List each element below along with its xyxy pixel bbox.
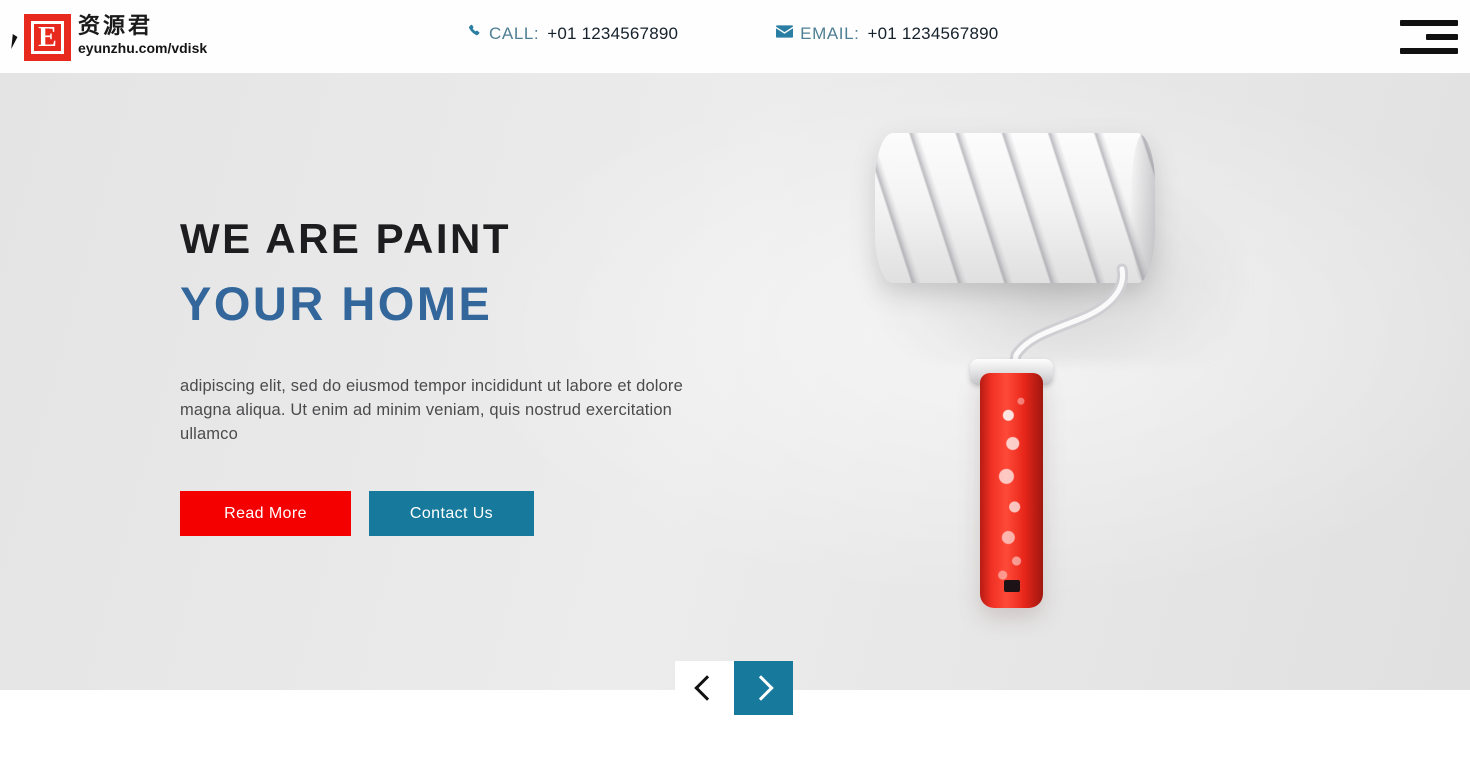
roller-grip-hole <box>1003 580 1020 592</box>
hamburger-bar-bottom <box>1400 48 1458 54</box>
logo-letter: E <box>31 21 64 54</box>
hamburger-menu-icon[interactable] <box>1400 17 1458 57</box>
read-more-button[interactable]: Read More <box>180 491 351 536</box>
site-header: E 资源君 eyunzhu.com/vdisk CALL: +01 123456… <box>0 0 1470 73</box>
hero-headline-bottom: YOUR HOME <box>180 277 493 330</box>
hamburger-bar-top <box>1400 20 1458 26</box>
roller-head-cap <box>1131 133 1155 283</box>
roller-grip <box>980 373 1043 608</box>
hero-slide: WE ARE PAINT YOUR HOME adipiscing elit, … <box>0 73 1470 690</box>
contact-call-label: CALL: <box>489 24 540 43</box>
chevron-left-icon <box>694 675 720 701</box>
hero-headline-top: WE ARE PAINT <box>180 215 511 262</box>
cursor-arrow-icon <box>8 28 22 62</box>
paint-roller-image <box>770 73 1470 690</box>
contact-email-value: +01 1234567890 <box>867 24 999 43</box>
contact-call[interactable]: CALL: +01 1234567890 <box>468 24 678 44</box>
contact-email[interactable]: EMAIL: +01 1234567890 <box>776 24 998 44</box>
roller-head <box>875 133 1155 283</box>
logo-text-block: 资源君 eyunzhu.com/vdisk <box>78 14 207 56</box>
logo-chinese-name: 资源君 <box>78 14 154 39</box>
header-contact-row: CALL: +01 1234567890 EMAIL: +01 12345678… <box>468 24 998 44</box>
hero-paragraph: adipiscing elit, sed do eiusmod tempor i… <box>180 377 683 443</box>
slider-navigation <box>675 661 793 715</box>
envelope-icon <box>776 25 794 41</box>
hero-copy: WE ARE PAINT YOUR HOME adipiscing elit, … <box>180 218 800 536</box>
hamburger-bar-middle <box>1426 34 1458 40</box>
hero-button-group: Read More Contact Us <box>180 491 800 536</box>
chevron-right-icon <box>748 675 774 701</box>
contact-email-label: EMAIL: <box>800 24 860 43</box>
previous-slide-button[interactable] <box>675 661 734 715</box>
logo-url: eyunzhu.com/vdisk <box>78 40 208 56</box>
next-slide-button[interactable] <box>734 661 793 715</box>
site-logo[interactable]: E 资源君 eyunzhu.com/vdisk <box>8 14 207 64</box>
phone-icon <box>468 24 482 41</box>
contact-call-value: +01 1234567890 <box>547 24 679 43</box>
contact-us-button[interactable]: Contact Us <box>369 491 534 536</box>
logo-mark-icon: E <box>24 14 71 61</box>
